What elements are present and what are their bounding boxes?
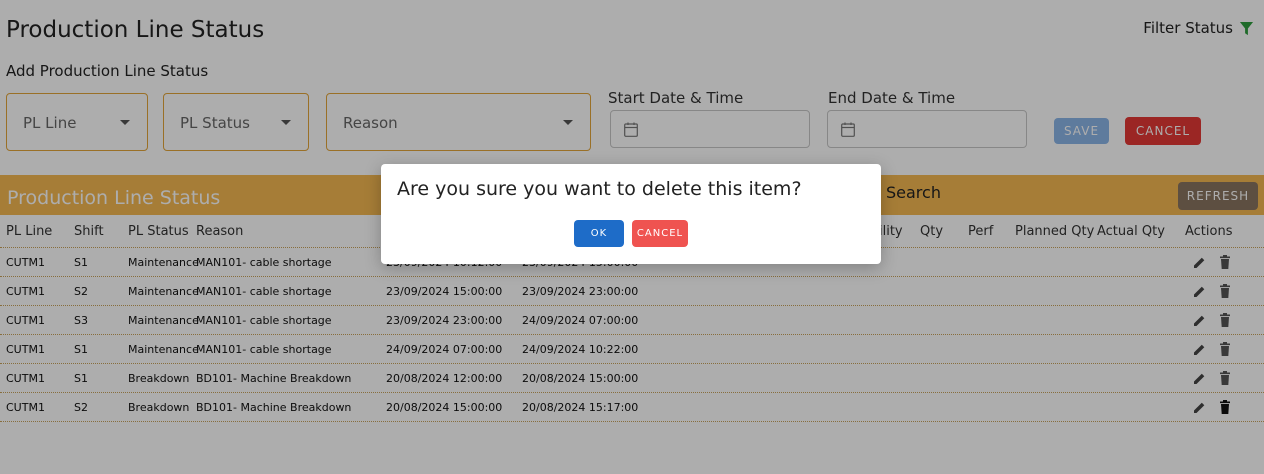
dialog-message: Are you sure you want to delete this ite… [397,178,802,200]
ok-button[interactable]: OK [574,220,624,247]
dialog-cancel-button[interactable]: CANCEL [632,220,688,247]
confirm-delete-dialog: Are you sure you want to delete this ite… [381,164,881,264]
